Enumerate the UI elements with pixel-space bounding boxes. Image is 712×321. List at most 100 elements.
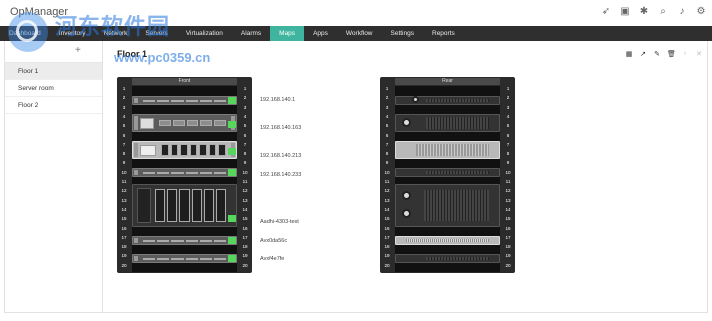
device-switch-2[interactable] [132,236,237,245]
rack-unit-number: 15 [384,216,390,222]
rack-unit-number: 3 [243,104,247,110]
sidebar-item-floor-1[interactable]: Floor 1 [5,63,102,80]
nav-virtualization[interactable]: Virtualization [177,26,232,41]
rack-unit-number: 18 [384,244,390,250]
nav-alarms[interactable]: Alarms [232,26,270,41]
rack-unit-number: 19 [121,253,127,259]
rack-unit-number: 12 [384,188,390,194]
nav-reports[interactable]: Reports [423,26,464,41]
rack-unit-number: 13 [505,197,511,203]
device-router[interactable] [132,96,237,105]
nav-workflow[interactable]: Workflow [337,26,382,41]
rack-view: Floor 1 ▦ ↗ ✎ 🗑 › ✕ Front 11223344556677… [103,41,708,313]
rack-unit-number: 15 [505,216,511,222]
device-label[interactable]: 192.168.140.233 [260,172,301,178]
device-rear-1[interactable] [395,96,500,105]
rack-unit-number: 16 [505,225,511,231]
sidebar-item-floor-2[interactable]: Floor 2 [5,97,102,114]
rack-unit-number: 17 [505,234,511,240]
rack-unit-number: 5 [385,123,389,129]
grid-icon[interactable]: ▦ [625,50,633,58]
watermark-logo-ring [16,20,38,42]
rack-unit-number: 14 [121,206,127,212]
rack-unit-number: 18 [121,244,127,250]
rack-unit-number: 18 [505,244,511,250]
rack-unit-number: 13 [242,197,248,203]
rack-unit-number: 16 [121,225,127,231]
rack-unit-number: 17 [242,234,248,240]
rack-unit-number: 9 [122,160,126,166]
top-icons: ➶ ▣ ✱ ⌕ ♪ ⚙ [601,6,706,18]
rack-unit-number: 4 [385,113,389,119]
nav-apps[interactable]: Apps [304,26,337,41]
rack-unit-number: 18 [242,244,248,250]
rack-toolbar: ▦ ↗ ✎ 🗑 › ✕ [625,50,703,58]
rack-unit-number: 10 [242,169,248,175]
floor-sidebar: + Floor 1 Server room Floor 2 [4,41,103,313]
device-label[interactable]: Avxf4e7fe [260,256,284,262]
presentation-icon[interactable]: ▣ [620,6,630,18]
device-label[interactable]: Aadhi-4303-test [260,219,299,225]
expand-icon[interactable]: ↗ [639,50,647,58]
rack-unit-number: 4 [122,113,126,119]
device-rear-4[interactable] [395,168,500,177]
nav-settings[interactable]: Settings [382,26,424,41]
rack-unit-number: 12 [121,188,127,194]
rack-unit-number: 10 [505,169,511,175]
gear-icon[interactable]: ⚙ [696,6,706,18]
rack-unit-number: 1 [122,86,126,91]
rack-unit-number: 2 [243,95,247,101]
device-label[interactable]: 192.168.140.163 [260,125,301,131]
search-icon[interactable]: ⌕ [658,6,668,18]
rack-header-front: Front [132,78,237,85]
device-firewall[interactable] [132,168,237,177]
rack-unit-number: 16 [242,225,248,231]
rack-unit-number: 6 [122,132,126,138]
nav-maps[interactable]: Maps [270,26,305,41]
add-floor-button[interactable]: + [75,45,81,56]
rack-unit-number: 3 [506,104,510,110]
watermark-text: 河东软件园 [55,14,171,39]
rack-unit-number: 9 [243,160,247,166]
device-blade-server[interactable] [132,184,237,227]
device-rear-5[interactable] [395,184,500,227]
rack-unit-number: 14 [505,206,511,212]
rack-unit-number: 11 [121,179,127,184]
rack-unit-number: 14 [242,206,248,212]
rack-unit-number: 1 [506,86,510,91]
rack-unit-number: 4 [506,113,510,119]
watermark-url: www.pc0359.cn [114,50,211,65]
rack-unit-number: 8 [385,151,389,157]
rack-unit-number: 13 [121,197,127,203]
device-rear-3[interactable] [395,141,500,159]
rocket-icon[interactable]: ➶ [601,6,611,18]
rack-header-rear: Rear [395,78,500,85]
bell-icon[interactable]: ♪ [677,6,687,18]
sidebar-item-server-room[interactable]: Server room [5,80,102,97]
rack-unit-number: 2 [122,95,126,101]
device-label[interactable]: 192.168.140.1 [260,97,295,103]
delete-icon[interactable]: 🗑 [667,50,676,58]
rack-unit-number: 19 [242,253,248,259]
close-icon[interactable]: ✕ [695,50,703,58]
edit-icon[interactable]: ✎ [653,50,661,58]
bug-icon[interactable]: ✱ [639,6,649,18]
device-label[interactable]: Avx0da56c [260,238,287,244]
device-rear-2[interactable] [395,114,500,132]
rack-unit-number: 12 [505,188,511,194]
rack-unit-number: 12 [242,188,248,194]
device-switch-3[interactable] [132,254,237,263]
device-switch[interactable] [132,114,237,132]
device-rear-6[interactable] [395,236,500,245]
device-rear-7[interactable] [395,254,500,263]
rack-unit-number: 15 [242,216,248,222]
rack-unit-number: 3 [122,104,126,110]
rack-unit-number: 8 [243,151,247,157]
rack-unit-number: 15 [121,216,127,222]
rack-unit-number: 8 [122,151,126,157]
device-storage[interactable] [132,141,237,159]
rack-unit-number: 6 [506,132,510,138]
chevron-right-icon[interactable]: › [681,50,689,58]
device-label[interactable]: 192.168.140.213 [260,153,301,159]
rack-unit-number: 8 [506,151,510,157]
